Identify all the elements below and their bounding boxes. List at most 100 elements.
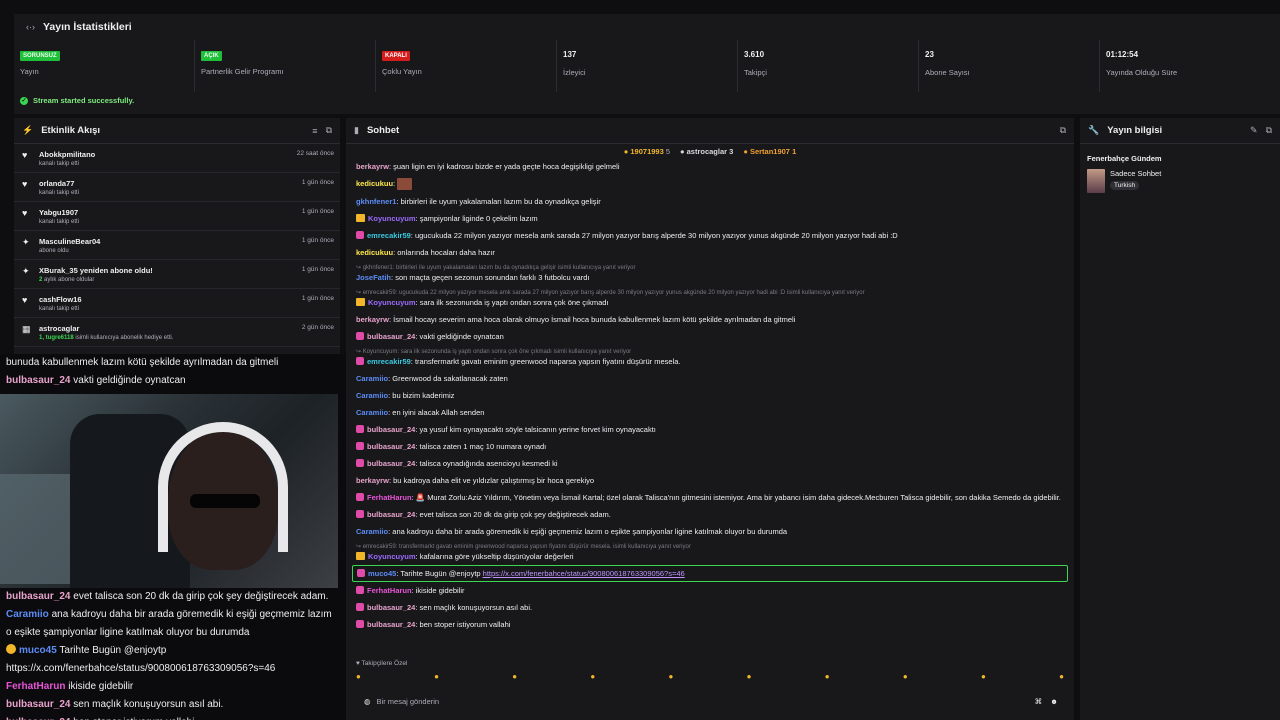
chat-username[interactable]: berkayrw [356,162,389,171]
chat-message[interactable]: kedicukuu: [356,175,1064,193]
chat-message[interactable]: emrecakir59: ugucukuda 22 milyon yazıyor… [356,227,1064,244]
popout-icon[interactable]: ⧉ [1060,125,1066,136]
chat-text: ugucukuda 22 milyon yazıyor mesela amk s… [414,231,898,241]
filter-icon[interactable]: ≡ [312,126,317,136]
activity-item[interactable]: ♥ Abokkpmilitano kanalı takip etti 22 saat … [14,144,340,173]
subscriber-badge-icon [356,357,364,366]
chat-username[interactable]: bulbasaur_24 [367,603,415,612]
collapse-icon[interactable]: ‹·› [26,22,35,32]
chat-message[interactable]: bulbasaur_24: talisca zaten 1 maç 10 num… [356,438,1064,455]
chat-message[interactable]: ↪ emrecakir59: transfermarkt gavatı emin… [356,540,1064,565]
activity-highlight: 2 [39,277,43,283]
activity-item[interactable]: ♥ Yabgu1907 kanalı takip etti 1 gün önce [14,202,340,231]
chat-username[interactable]: FerhatHarun [367,586,412,595]
activity-username[interactable]: Yabgu1907 [39,208,79,217]
followers-only-label: ♥ Takipçilere Özel [356,660,408,667]
chat-username[interactable]: Caramiio [356,374,388,383]
chat-username[interactable]: emrecakir59 [367,231,411,240]
chat-message[interactable]: bulbasaur_24: talisca oynadığında asenci… [356,455,1064,472]
chat-input-placeholder[interactable]: Bir mesaj gönderin [377,697,440,706]
activity-username[interactable]: cashFlow16 [39,295,82,304]
chat-message[interactable]: berkayrw: bu kadroya daha elit ve yıldız… [356,472,1064,489]
chat-username[interactable]: Caramiio [356,408,388,417]
emote-icon[interactable]: ● [1059,672,1064,686]
chat-message[interactable]: Caramiio: ana kadroyu daha bir arada gör… [356,523,1064,540]
activity-username[interactable]: Abokkpmilitano [39,150,95,159]
chat-username[interactable]: berkayrw [356,476,389,485]
chat-username[interactable]: bulbasaur_24 [367,425,415,434]
chat-username[interactable]: bulbasaur_24 [367,332,415,341]
emote-icon[interactable]: ● [825,672,830,686]
activity-item[interactable]: ♥ cashFlow16 kanalı takip etti 1 gün önce [14,289,340,318]
chat-message[interactable]: Koyuncuyum: şampiyonlar liginde 0 çekeli… [356,210,1064,227]
emote-icon[interactable]: ● [590,672,595,686]
emote-icon[interactable]: ● [669,672,674,686]
leaderboard-entry[interactable]: ● 19071993 5 [624,147,670,156]
activity-item[interactable]: ✦ MasculineBear04 abone oldu 1 gün önce [14,231,340,260]
language-tag[interactable]: Turkish [1110,181,1140,190]
chat-username[interactable]: kedicukuu [356,179,393,188]
emote-icon[interactable]: ● [981,672,986,686]
chat-username[interactable]: Caramiio [356,391,388,400]
chat-username[interactable]: Caramiio [356,527,388,536]
chat-messages[interactable]: berkayrw: şuan ligin en iyi kadrosu bizd… [346,158,1074,633]
command-icon[interactable]: ⌘ [1035,697,1043,706]
popout-icon[interactable]: ⧉ [1266,125,1272,136]
chat-username[interactable]: Koyuncuyum [368,214,416,223]
activity-username[interactable]: XBurak_35 yeniden abone oldu! [39,266,153,275]
chat-message[interactable]: berkayrw: şuan ligin en iyi kadrosu bizd… [356,158,1064,175]
leaderboard-entry[interactable]: ● astrocaglar 3 [680,147,733,156]
chat-input[interactable]: ◍ Bir mesaj gönderin ⌘ ☻ [356,692,1064,710]
chat-message[interactable]: Caramiio: bu bizim kaderimiz [356,387,1064,404]
emoji-icon[interactable]: ☻ [1050,697,1058,706]
subscriber-badge-icon [356,586,364,595]
chat-username[interactable]: bulbasaur_24 [367,620,415,629]
emote-icon[interactable]: ● [434,672,439,686]
chat-message[interactable]: Caramiio: Greenwood da sakatlanacak zate… [356,370,1064,387]
chat-message[interactable]: kedicukuu: onlarında hocaları daha hazır [356,244,1064,261]
chat-username[interactable]: Koyuncuyum [368,298,416,307]
chat-username[interactable]: Koyuncuyum [368,552,416,561]
edit-icon[interactable]: ✎ [1250,125,1258,136]
chat-username[interactable]: bulbasaur_24 [367,510,415,519]
activity-item[interactable]: ✦ XBurak_35 yeniden abone oldu! 2 aylık ab… [14,260,340,289]
chat-username[interactable]: muco45 [368,569,396,578]
chat-username[interactable]: kedicukuu [356,248,393,257]
emote-icon[interactable]: ● [747,672,752,686]
chat-username[interactable]: FerhatHarun [367,493,412,502]
chat-message[interactable]: FerhatHarun: ikiside gidebilir [356,582,1064,599]
chat-username[interactable]: gkhnfener1 [356,197,396,206]
leaderboard-entry[interactable]: ● Sertan1907 1 [743,147,796,156]
activity-username[interactable]: astrocaglar [39,324,173,333]
chat-message[interactable]: Caramiio: en iyini alacak Allah senden [356,404,1064,421]
popout-icon[interactable]: ⧉ [326,125,332,136]
chat-message[interactable]: bulbasaur_24: vakti geldiğinde oynatcan [356,328,1064,345]
chat-username[interactable]: emrecakir59 [367,357,411,366]
chat-message[interactable]: muco45: Tarihte Bugün @enjoytp https://x… [352,565,1068,583]
chat-message[interactable]: ↪ gkhnfener1: birbirleri ile uyum yakala… [356,261,1064,286]
chat-message[interactable]: bulbasaur_24: ya yusuf kim oynayacaktı s… [356,421,1064,438]
chat-username[interactable]: JoseFatih [356,273,391,282]
chat-message[interactable]: gkhnfener1: birbirleri ile uyum yakalama… [356,193,1064,210]
chat-message[interactable]: berkayrw: İsmail hocayı severim ama hoca… [356,311,1064,328]
chat-message[interactable]: bulbasaur_24: evet talisca son 20 dk da … [356,506,1064,523]
activity-item[interactable]: ♥ orlanda77 kanalı takip etti 1 gün önce [14,173,340,202]
chat-username[interactable]: berkayrw [356,315,389,324]
emote-bar[interactable]: ● ● ● ● ● ● ● ● ● ● [356,672,1064,686]
chat-username[interactable]: bulbasaur_24 [367,459,415,468]
overlay-chat-line: muco45 Tarihte Bugün @enjoytp [0,642,346,660]
chat-message[interactable]: ↪ emrecakir59: ugucukuda 22 milyon yazıy… [356,286,1064,311]
chat-link[interactable]: https://x.com/fenerbahce/status/90080061… [483,569,685,578]
chat-message[interactable]: bulbasaur_24: sen maçlık konuşuyorsun as… [356,599,1064,616]
emote-icon[interactable]: ● [512,672,517,686]
activity-username[interactable]: orlanda77 [39,179,79,188]
chat-message[interactable]: bulbasaur_24: ben stoper istiyorum valla… [356,616,1064,633]
chat-message[interactable]: ↪ Koyuncuyum: sara ilk sezonunda iş yapt… [356,345,1064,370]
chat-message[interactable]: FerhatHarun: 🚨 Murat Zorlu:Aziz Yıldırım… [356,489,1064,506]
emote-icon[interactable]: ● [356,672,361,686]
emote-icon[interactable]: ● [903,672,908,686]
activity-item[interactable]: ▦ astrocaglar 1, tugre6118 isimli kullanıc… [14,318,340,347]
category-thumbnail[interactable] [1087,169,1105,193]
chat-username[interactable]: bulbasaur_24 [367,442,415,451]
activity-username[interactable]: MasculineBear04 [39,237,100,246]
